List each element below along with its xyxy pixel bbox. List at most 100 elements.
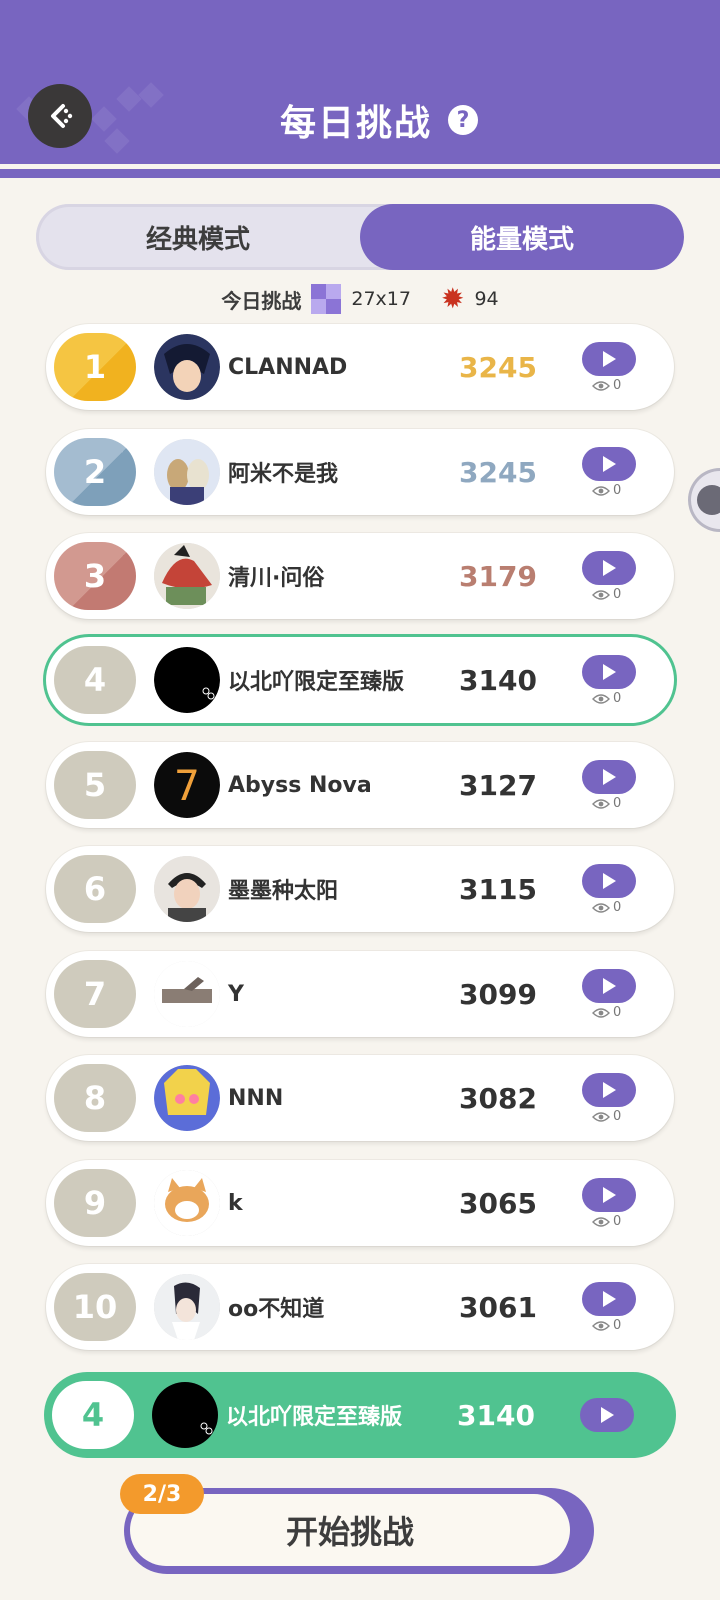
mine-icon: ✹ xyxy=(440,282,465,315)
header-bar xyxy=(0,0,720,178)
rank-badge: 6 xyxy=(54,855,136,923)
eye-icon xyxy=(592,1007,610,1018)
back-icon xyxy=(51,104,73,128)
play-icon xyxy=(603,664,616,680)
replay-button[interactable] xyxy=(582,760,636,794)
my-replay-button[interactable] xyxy=(580,1398,634,1432)
replay-button[interactable] xyxy=(582,342,636,376)
view-count-value: 0 xyxy=(613,691,622,706)
replay-button[interactable] xyxy=(582,1282,636,1316)
rank-badge: 1 xyxy=(54,333,136,401)
replay-button[interactable] xyxy=(582,1178,636,1212)
leaderboard-row: 9 k 3065 0 xyxy=(46,1160,674,1246)
rank-badge: 3 xyxy=(54,542,136,610)
avatar xyxy=(154,1274,220,1340)
view-count: 0 xyxy=(592,483,621,498)
avatar xyxy=(154,1170,220,1236)
header-decoration xyxy=(104,128,130,154)
eye-icon xyxy=(592,693,610,704)
replay-button[interactable] xyxy=(582,1073,636,1107)
view-count: 0 xyxy=(592,1214,621,1229)
help-icon[interactable]: ? xyxy=(448,105,479,135)
eye-icon xyxy=(592,380,610,391)
play-icon xyxy=(603,1291,616,1307)
avatar xyxy=(154,856,220,922)
rank-badge: 9 xyxy=(54,1169,136,1237)
my-rank-row: 4 以北吖限定至臻版 3140 xyxy=(44,1372,676,1458)
player-name: 清川·问俗 xyxy=(228,566,325,591)
eye-icon xyxy=(592,589,610,600)
avatar: 7 xyxy=(154,752,220,818)
player-name: 以北吖限定至臻版 xyxy=(228,670,405,695)
eye-icon xyxy=(592,902,610,913)
play-icon xyxy=(603,873,616,889)
view-count-value: 0 xyxy=(613,1318,622,1333)
player-score: 3179 xyxy=(459,559,537,593)
player-name: Y xyxy=(228,981,244,1007)
play-icon xyxy=(603,1187,616,1203)
avatar-image xyxy=(154,334,220,400)
leaderboard-row: 8 NNN 3082 0 xyxy=(46,1055,674,1141)
my-rank-badge: 4 xyxy=(52,1381,134,1449)
view-count-value: 0 xyxy=(613,900,622,915)
player-score: 3245 xyxy=(459,455,537,489)
back-button[interactable] xyxy=(28,84,92,148)
avatar-image xyxy=(154,961,220,1027)
my-score: 3140 xyxy=(457,1398,535,1432)
today-label: 今日挑战 xyxy=(221,288,302,313)
view-count-value: 0 xyxy=(613,378,622,393)
replay-button[interactable] xyxy=(582,551,636,585)
view-count: 0 xyxy=(592,691,621,706)
rank-badge: 10 xyxy=(54,1273,136,1341)
avatar xyxy=(154,647,220,713)
avatar xyxy=(154,334,220,400)
view-count: 0 xyxy=(592,900,621,915)
player-name: Abyss Nova xyxy=(228,772,372,798)
replay-button[interactable] xyxy=(582,969,636,1003)
replay-button[interactable] xyxy=(582,864,636,898)
player-score: 3127 xyxy=(459,768,537,802)
avatar-image xyxy=(154,647,220,713)
avatar-image xyxy=(154,439,220,505)
play-icon xyxy=(603,560,616,576)
play-icon xyxy=(603,351,616,367)
replay-button[interactable] xyxy=(582,447,636,481)
tab-energy-mode[interactable]: 能量模式 xyxy=(360,204,684,270)
avatar-image xyxy=(154,1274,220,1340)
replay-button[interactable] xyxy=(582,655,636,689)
my-name: 以北吖限定至臻版 xyxy=(226,1405,403,1430)
mine-count: 94 xyxy=(474,288,499,310)
page-title: 每日挑战 xyxy=(280,103,433,144)
player-name: 墨墨种太阳 xyxy=(228,879,339,904)
player-name: CLANNAD xyxy=(228,354,348,380)
view-count: 0 xyxy=(592,1109,621,1124)
avatar-image xyxy=(154,1065,220,1131)
attempts-badge: 2/3 xyxy=(120,1474,204,1514)
player-name: NNN xyxy=(228,1085,284,1111)
eye-icon xyxy=(592,798,610,809)
side-handle[interactable] xyxy=(688,468,720,532)
avatar xyxy=(154,439,220,505)
player-score: 3065 xyxy=(459,1186,537,1220)
eye-icon xyxy=(592,1216,610,1227)
player-name: k xyxy=(228,1190,243,1216)
rank-badge: 4 xyxy=(54,646,136,714)
player-name: 阿米不是我 xyxy=(228,462,339,487)
view-count-value: 0 xyxy=(613,796,622,811)
avatar-image xyxy=(154,856,220,922)
avatar-image xyxy=(154,543,220,609)
leaderboard-row: 2 阿米不是我 3245 0 xyxy=(46,429,674,515)
tab-classic-mode[interactable]: 经典模式 xyxy=(36,204,360,270)
play-icon xyxy=(603,978,616,994)
rank-badge: 2 xyxy=(54,438,136,506)
grid-icon xyxy=(311,284,342,314)
avatar xyxy=(154,961,220,1027)
svg-text:7: 7 xyxy=(174,761,199,810)
header-stripe xyxy=(0,164,720,169)
player-score: 3061 xyxy=(459,1290,537,1324)
leaderboard-row: 4 以北吖限定至臻版 3140 0 xyxy=(46,637,674,723)
avatar xyxy=(154,543,220,609)
leaderboard-row: 6 墨墨种太阳 3115 0 xyxy=(46,846,674,932)
avatar-image xyxy=(154,1170,220,1236)
play-icon xyxy=(603,456,616,472)
